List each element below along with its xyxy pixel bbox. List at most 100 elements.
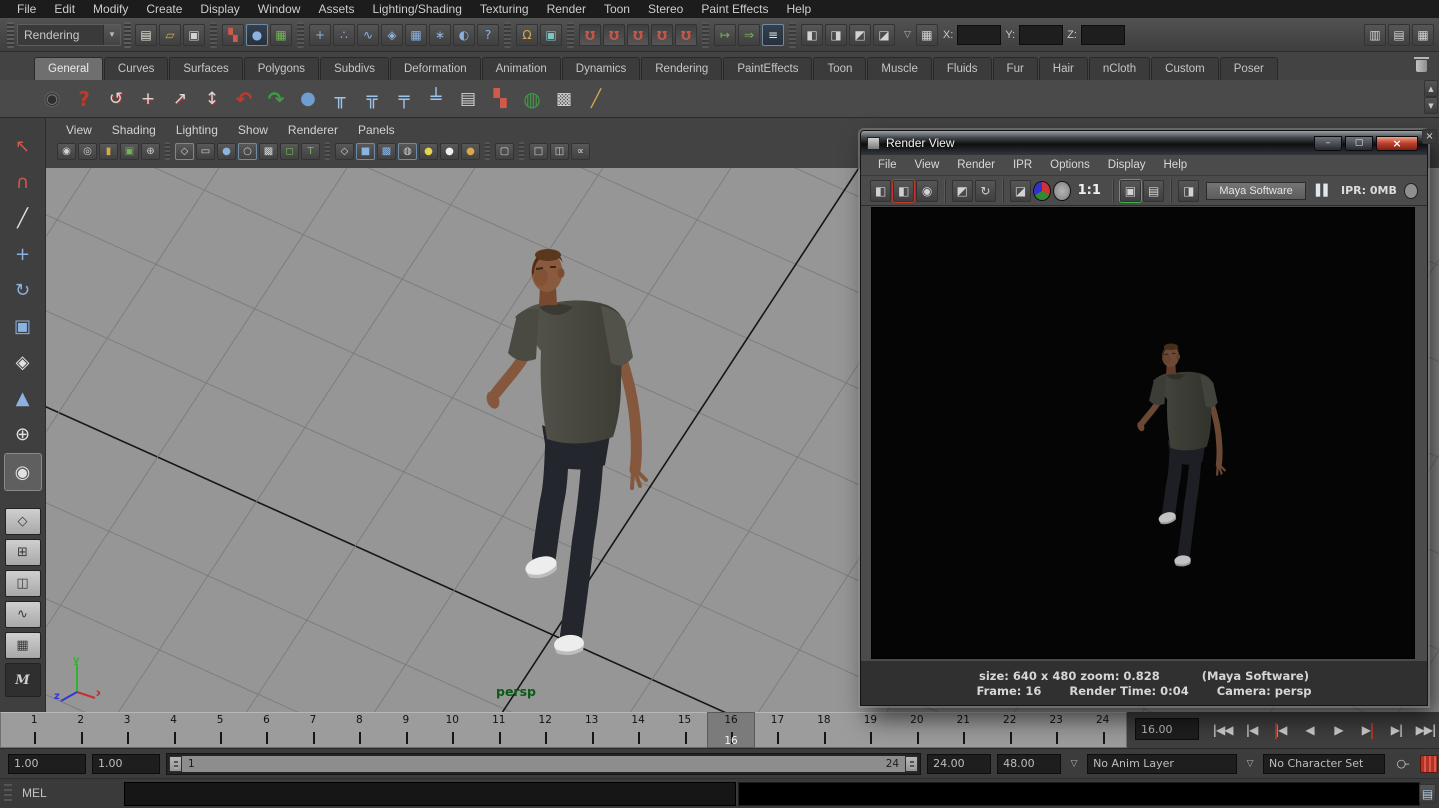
default-light-icon[interactable]: ● [440, 143, 459, 160]
tab-ncloth[interactable]: nCloth [1089, 57, 1150, 80]
shelf-scroll-down-icon[interactable]: ▼ [1424, 97, 1438, 114]
timeline-frame-22[interactable]: 22 [987, 713, 1033, 747]
select-object-mode-icon[interactable]: ● [246, 24, 268, 46]
menubar-lighting-shading[interactable]: Lighting/Shading [363, 0, 470, 18]
tab-subdivs[interactable]: Subdivs [320, 57, 389, 80]
display-alpha-channel-icon[interactable] [1053, 181, 1071, 201]
snap-to-points-icon[interactable]: Ω [627, 24, 649, 46]
menubar-create[interactable]: Create [137, 0, 191, 18]
image-plane-icon[interactable]: ▣ [120, 143, 139, 160]
tab-dynamics[interactable]: Dynamics [562, 57, 640, 80]
command-line-grip[interactable] [4, 784, 12, 804]
select-object-shelf-icon[interactable]: ◍ [517, 84, 547, 114]
select-tool-icon[interactable]: ↖ [6, 129, 40, 163]
redo-previous-render-icon[interactable]: ◧ [893, 180, 914, 202]
render-view-menu-ipr[interactable]: IPR [1004, 159, 1041, 171]
bookmarks-icon[interactable]: ▮ [99, 143, 118, 160]
xray-joints-display-icon[interactable]: ◫ [550, 143, 569, 160]
play-backwards-icon[interactable]: ◀ [1297, 718, 1322, 742]
menubar-assets[interactable]: Assets [309, 0, 363, 18]
select-hierarchy-mode-icon[interactable]: ▚ [222, 24, 244, 46]
menu-set-selector[interactable]: Rendering ▼ [17, 24, 121, 46]
use-default-material-icon[interactable]: ◍ [398, 143, 417, 160]
timeline-frame-10[interactable]: 10 [429, 713, 475, 747]
delete-unused-nodes-icon[interactable]: ● [293, 84, 323, 114]
menubar-toon[interactable]: Toon [595, 0, 639, 18]
mel-label[interactable]: MEL [22, 786, 47, 800]
outputs-from-selected-icon[interactable]: ⇒ [738, 24, 760, 46]
resolution-gate-icon[interactable]: ● [217, 143, 236, 160]
tab-poser[interactable]: Poser [1220, 57, 1278, 80]
tab-general[interactable]: General [34, 57, 103, 80]
statusline-grip[interactable] [124, 22, 131, 48]
timeline-frame-15[interactable]: 15 [661, 713, 707, 747]
timeline-frame-9[interactable]: 9 [383, 713, 429, 747]
graph-input-output-1-icon[interactable]: ╥ [325, 84, 355, 114]
tumble-camera-tool-icon[interactable]: ◉ [4, 453, 42, 491]
timeline-frame-17[interactable]: 17 [754, 713, 800, 747]
render-region-icon[interactable]: ◪ [1010, 180, 1031, 202]
exposure-control-icon[interactable]: ∝ [571, 143, 590, 160]
render-view-menu-view[interactable]: View [906, 159, 949, 171]
display-rgb-channels-icon[interactable] [1033, 181, 1051, 201]
camera-track-icon[interactable]: + [133, 84, 163, 114]
panel-menu-shading[interactable]: Shading [102, 123, 166, 137]
lock-selection-icon[interactable]: Ω [516, 24, 538, 46]
lasso-select-tool-icon[interactable]: ∩ [6, 165, 40, 199]
make-object-live-icon[interactable]: Ω [675, 24, 697, 46]
keep-image-icon[interactable]: ▣ [1120, 180, 1141, 202]
graph-input-output-2-icon[interactable]: ╦ [357, 84, 387, 114]
step-forward-one-key-icon[interactable]: ▶| [1355, 718, 1380, 742]
x-coordinate-input[interactable] [957, 25, 1001, 45]
universal-manipulator-tool-icon[interactable]: ◈ [6, 345, 40, 379]
graph-input-output-3-icon[interactable]: ╤ [389, 84, 419, 114]
tab-surfaces[interactable]: Surfaces [169, 57, 242, 80]
timeline-frame-19[interactable]: 19 [847, 713, 893, 747]
scale-tool-icon[interactable]: ▣ [6, 309, 40, 343]
ipr-render-current-frame-icon[interactable]: ◩ [849, 24, 871, 46]
paint-selection-shelf-icon[interactable]: ╱ [581, 84, 611, 114]
grid-toggle-icon[interactable]: ◇ [175, 143, 194, 160]
select-by-misc-icon[interactable]: ? [477, 24, 499, 46]
gate-mask-icon[interactable]: ○ [238, 143, 257, 160]
ipr-region-indicator-icon[interactable] [1404, 183, 1418, 199]
tab-hair[interactable]: Hair [1039, 57, 1088, 80]
timeline-frame-24[interactable]: 24 [1079, 713, 1125, 747]
minimize-icon[interactable]: – [1314, 136, 1342, 151]
tab-muscle[interactable]: Muscle [867, 57, 931, 80]
render-view-menu-help[interactable]: Help [1155, 159, 1197, 171]
set-key-icon[interactable]: ○– [1392, 755, 1412, 773]
camera-dolly-icon[interactable]: ↗ [165, 84, 195, 114]
render-view-menu-display[interactable]: Display [1099, 159, 1155, 171]
timeline-frame-14[interactable]: 14 [615, 713, 661, 747]
select-hierarchy-shelf-icon[interactable]: ▚ [485, 84, 515, 114]
timeline-frame-6[interactable]: 6 [243, 713, 289, 747]
rotate-tool-icon[interactable]: ↻ [6, 273, 40, 307]
select-by-input-icon[interactable]: ▽ [904, 29, 911, 40]
menubar-window[interactable]: Window [249, 0, 310, 18]
timeline-frame-3[interactable]: 3 [104, 713, 150, 747]
timeline-frame-23[interactable]: 23 [1033, 713, 1079, 747]
playback-start-field[interactable] [92, 754, 160, 774]
two-d-pan-zoom-icon[interactable]: ⊕ [141, 143, 160, 160]
select-by-dynamics-icon[interactable]: ∗ [429, 24, 451, 46]
select-by-curves-icon[interactable]: ∿ [357, 24, 379, 46]
play-forwards-icon[interactable]: ▶ [1326, 718, 1351, 742]
shelf-scroll-up-icon[interactable]: ▲ [1424, 80, 1438, 97]
menubar-stereo[interactable]: Stereo [639, 0, 692, 18]
step-back-one-key-icon[interactable]: |◀ [1268, 718, 1293, 742]
save-scene-icon[interactable]: ▣ [183, 24, 205, 46]
render-view-titlebar[interactable]: Render View –▢× [861, 131, 1427, 155]
tab-animation[interactable]: Animation [482, 57, 561, 80]
frame-ruler[interactable]: 1234567891011121314151616171819202122232… [0, 712, 1127, 748]
panel-menu-show[interactable]: Show [228, 123, 278, 137]
anim-layer-dropdown-icon[interactable]: ▽ [1067, 758, 1081, 769]
select-template-shelf-icon[interactable]: ▩ [549, 84, 579, 114]
timeline-frame-4[interactable]: 4 [150, 713, 196, 747]
construction-history-toggle-icon[interactable]: ≡ [762, 24, 784, 46]
panel-menu-view[interactable]: View [56, 123, 102, 137]
tab-fur[interactable]: Fur [993, 57, 1038, 80]
playblast-icon[interactable]: ◉ [37, 84, 67, 114]
safe-title-icon[interactable]: T [301, 143, 320, 160]
highlight-selection-mode-icon[interactable]: ▣ [540, 24, 562, 46]
